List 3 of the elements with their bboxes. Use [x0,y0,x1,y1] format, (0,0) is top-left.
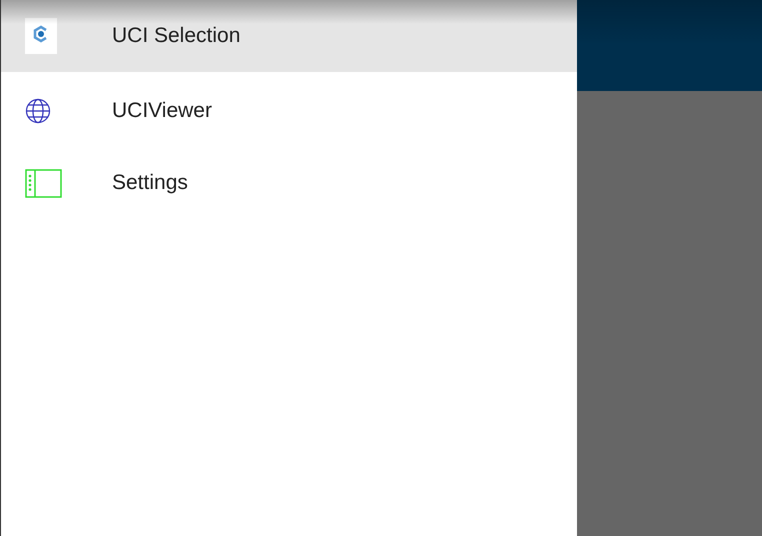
drawer-item[interactable]: UCI Selection [1,0,577,72]
sidebar-icon [25,168,62,198]
globe-icon [25,98,51,124]
